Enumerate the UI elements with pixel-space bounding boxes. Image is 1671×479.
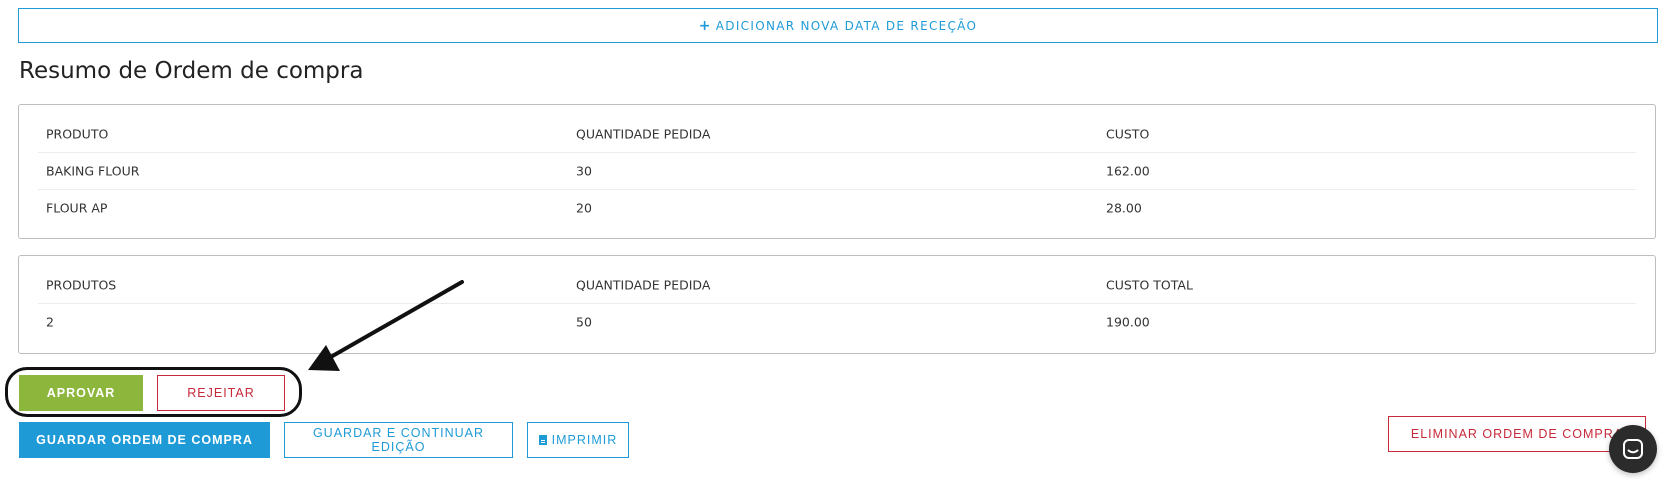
items-summary-table: PRODUTO QUANTIDADE PEDIDA CUSTO BAKING F… — [18, 104, 1656, 239]
cost-cell: 162.00 — [1106, 163, 1150, 178]
column-header-cost: CUSTO — [1106, 126, 1150, 141]
column-header-total-cost: CUSTO TOTAL — [1106, 277, 1193, 292]
plus-icon: + — [698, 17, 712, 34]
print-button[interactable]: IMPRIMIR — [527, 422, 629, 458]
total-cost-cell: 190.00 — [1106, 314, 1150, 330]
add-receipt-date-button[interactable]: + ADICIONAR NOVA DATA DE RECEÇÃO — [18, 8, 1658, 43]
approve-button[interactable]: APROVAR — [19, 375, 143, 411]
table-row: BAKING FLOUR 30 162.00 — [38, 152, 1636, 190]
print-label: IMPRIMIR — [551, 433, 618, 447]
totals-row: 2 50 190.00 — [38, 303, 1636, 341]
column-header-product: PRODUTO — [46, 126, 109, 141]
products-count-cell: 2 — [46, 314, 54, 330]
totals-summary-table: PRODUTOS QUANTIDADE PEDIDA CUSTO TOTAL 2… — [18, 255, 1656, 354]
column-header-total-quantity: QUANTIDADE PEDIDA — [576, 277, 711, 292]
total-quantity-cell: 50 — [576, 314, 592, 330]
quantity-cell: 20 — [576, 200, 592, 216]
column-header-quantity: QUANTIDADE PEDIDA — [576, 126, 711, 141]
table-row: FLOUR AP 20 28.00 — [38, 189, 1636, 227]
delete-purchase-order-button[interactable]: ELIMINAR ORDEM DE COMPRA — [1388, 416, 1646, 452]
product-name-cell: BAKING FLOUR — [46, 163, 140, 178]
chat-widget-button[interactable] — [1609, 425, 1657, 473]
save-and-continue-button[interactable]: GUARDAR E CONTINUAR EDIÇÃO — [284, 422, 513, 458]
table-header-row: PRODUTO QUANTIDADE PEDIDA CUSTO — [38, 115, 1636, 153]
save-purchase-order-button[interactable]: GUARDAR ORDEM DE COMPRA — [19, 422, 270, 458]
chat-icon — [1623, 439, 1643, 459]
summary-title: Resumo de Ordem de compra — [19, 58, 364, 84]
product-name-cell: FLOUR AP — [46, 200, 108, 216]
quantity-cell: 30 — [576, 163, 592, 178]
cost-cell: 28.00 — [1106, 200, 1142, 216]
reject-button[interactable]: REJEITAR — [157, 375, 285, 411]
column-header-products-count: PRODUTOS — [46, 277, 117, 292]
add-receipt-date-label: ADICIONAR NOVA DATA DE RECEÇÃO — [715, 18, 978, 33]
document-icon — [538, 435, 547, 445]
totals-header-row: PRODUTOS QUANTIDADE PEDIDA CUSTO TOTAL — [38, 266, 1636, 304]
